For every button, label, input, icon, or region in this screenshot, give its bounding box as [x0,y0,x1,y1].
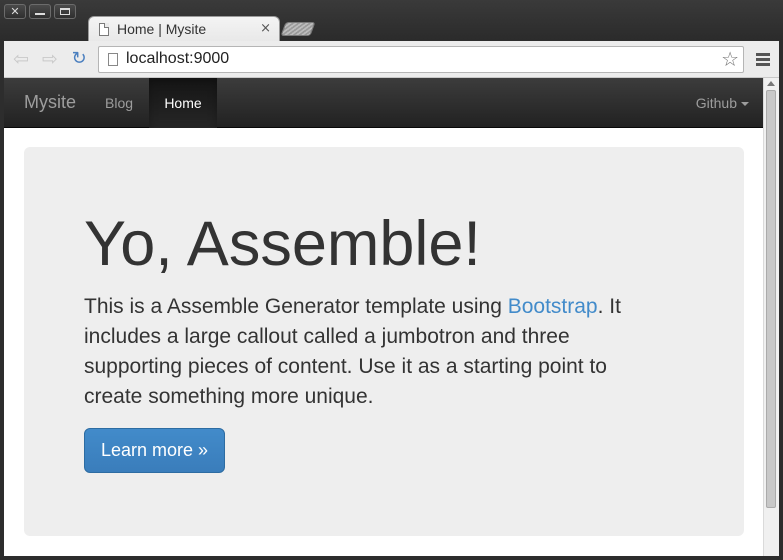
bookmark-star-icon[interactable]: ☆ [721,47,739,72]
jumbotron-text-intro: This is a Assemble Generator template us… [84,295,508,318]
page-icon [108,53,118,66]
jumbotron-text: This is a Assemble Generator template us… [84,292,664,412]
forward-button[interactable]: ⇨ [39,48,61,70]
tab-close-icon[interactable]: × [260,21,271,36]
maximize-icon [60,8,70,15]
jumbotron: Yo, Assemble! This is a Assemble Generat… [24,147,744,536]
browser-window: ✕ Home | Mysite × ⇦ ⇨ ↻ localhost:9000 ☆… [0,0,783,560]
window-controls: ✕ [4,4,76,19]
close-window-button[interactable]: ✕ [4,4,26,19]
nav-dropdown-github[interactable]: Github [696,78,749,128]
nav-item-home[interactable]: Home [149,78,217,128]
learn-more-button[interactable]: Learn more » [84,428,225,473]
dropdown-label: Github [695,95,737,111]
url-text[interactable]: localhost:9000 [126,50,229,68]
minimize-window-button[interactable] [29,4,51,19]
close-icon: ✕ [10,5,20,18]
navbar-brand[interactable]: Mysite [24,92,76,113]
page-viewport: Mysite Blog Home Github Yo, Assemble! Th… [4,78,779,556]
back-button[interactable]: ⇦ [10,48,32,70]
menu-icon[interactable] [756,53,770,66]
caret-down-icon [741,102,749,107]
minimize-icon [35,13,45,15]
browser-toolbar: ⇦ ⇨ ↻ localhost:9000 ☆ [4,41,779,78]
bootstrap-link[interactable]: Bootstrap [508,295,598,318]
address-bar[interactable]: localhost:9000 ☆ [98,46,744,73]
reload-button[interactable]: ↻ [68,48,90,70]
browser-tab[interactable]: Home | Mysite × [88,16,280,42]
site-navbar: Mysite Blog Home Github [4,78,763,128]
tab-title: Home | Mysite [117,21,207,37]
jumbotron-title: Yo, Assemble! [84,209,481,279]
scrollbar-thumb[interactable] [766,90,776,508]
new-tab-button[interactable] [280,22,316,36]
page-icon [99,23,109,36]
nav-item-blog[interactable]: Blog [91,78,147,128]
maximize-window-button[interactable] [54,4,76,19]
title-bar: ✕ Home | Mysite × [0,0,783,42]
vertical-scrollbar[interactable] [763,78,779,556]
scroll-up-arrow-icon[interactable] [767,81,775,86]
